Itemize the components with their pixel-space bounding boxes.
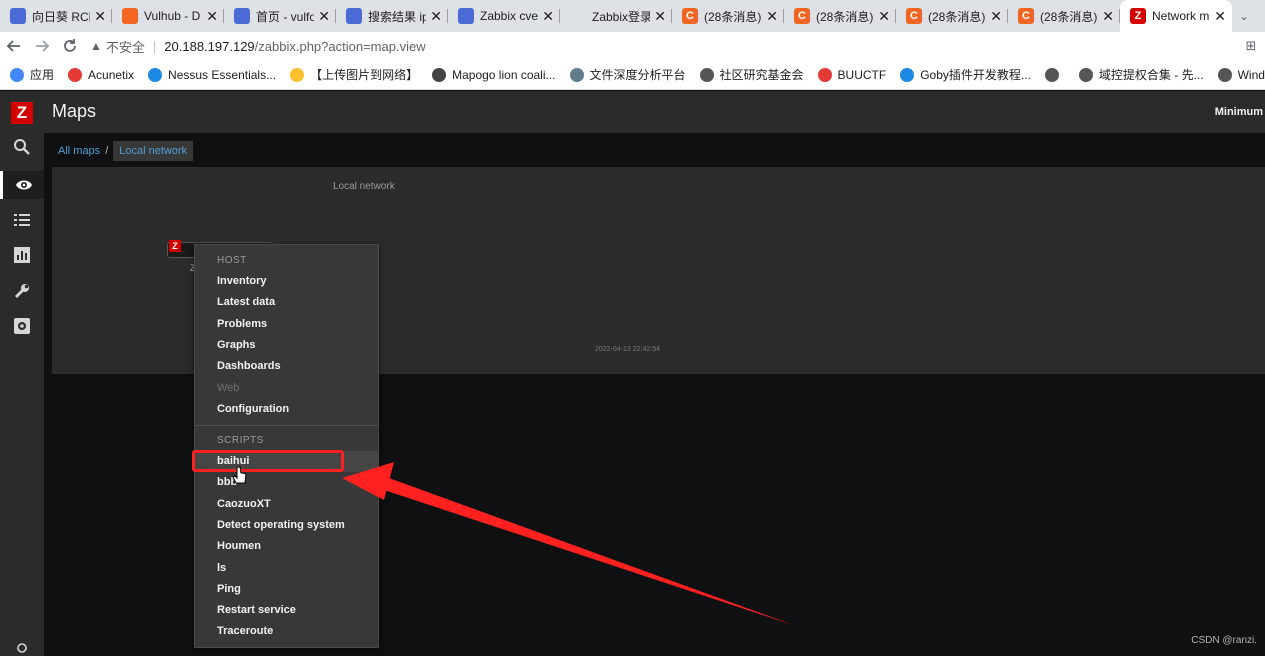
annotation-arrow [342,462,796,626]
watermark: CSDN @ranzi. [1191,635,1257,646]
